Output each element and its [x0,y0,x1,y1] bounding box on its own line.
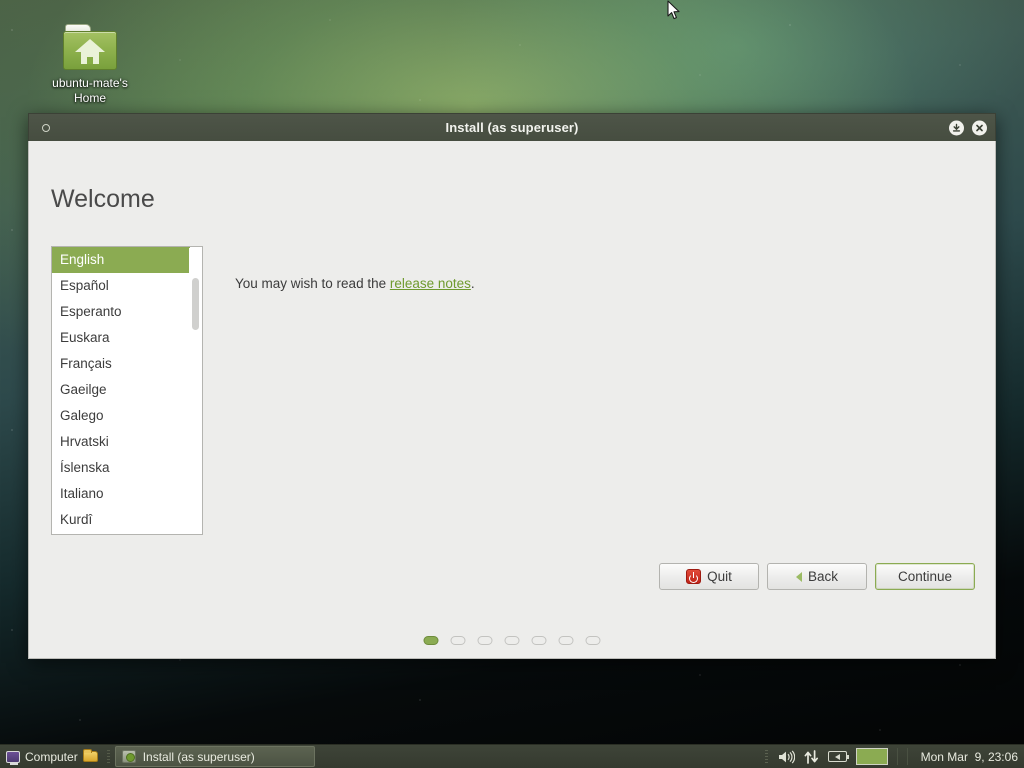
battery-icon[interactable] [827,751,849,762]
desktop-icon-home[interactable]: ubuntu-mate's Home [40,24,140,106]
language-item[interactable]: Euskara [52,325,190,351]
back-button[interactable]: Back [767,563,867,590]
power-icon [686,569,702,584]
desktop[interactable]: ubuntu-mate's Home Install (as superuser… [0,0,1024,768]
close-glyph [976,124,983,131]
page-title: Welcome [51,185,155,213]
step-dot [450,636,466,645]
language-item[interactable]: Íslenska [52,455,190,481]
computer-menu-label: Computer [25,749,78,764]
language-list-scrollbar[interactable] [189,248,201,534]
chevron-left-icon [795,571,802,582]
continue-button[interactable]: Continue [875,563,975,590]
clock[interactable]: Mon Mar 9, 23:06 [917,750,1018,764]
computer-icon [6,750,20,765]
language-item[interactable]: Français [52,351,190,377]
step-dot [477,636,493,645]
desktop-icon-label: ubuntu-mate's Home [52,76,128,105]
computer-menu[interactable]: Computer [0,746,104,768]
installer-window[interactable]: Install (as superuser) Welcome EnglishE [28,113,996,659]
language-item[interactable]: English [52,247,190,273]
language-item[interactable]: Galego [52,403,190,429]
tray-divider-1 [896,748,898,765]
back-button-label: Back [807,569,838,584]
close-icon[interactable] [972,120,987,135]
tray-divider-2 [906,748,908,765]
window-titlebar[interactable]: Install (as superuser) [28,113,996,141]
window-content: Welcome English Español Esperanto Euskara Fr… [28,141,996,659]
step-dot [585,636,601,645]
language-item[interactable]: Hrvatski [52,429,190,455]
folder-icon[interactable] [82,749,98,762]
language-item[interactable]: Esperanto [52,299,190,325]
volume-icon[interactable] [778,749,795,764]
system-tray: Mon Mar 9, 23:06 [764,745,1024,768]
release-notes-link[interactable]: release notes [390,276,471,291]
taskbar[interactable]: Computer Install (as superuser) Mon Mar … [0,744,1024,768]
quit-button-label: Quit [707,569,732,584]
language-list-items[interactable]: English Español Esperanto Euskara Français Ga… [52,247,190,533]
volume-glyph [778,749,795,764]
installer-disc-icon [121,750,136,763]
release-notes-prefix: You may wish to read the [235,276,390,291]
language-item[interactable]: Español [52,273,190,299]
language-item[interactable]: Gaeilge [52,377,190,403]
step-dot [504,636,520,645]
minimize-icon[interactable] [949,120,964,135]
workspace-switcher[interactable] [855,748,888,765]
scrollbar-thumb[interactable] [192,278,199,330]
step-indicator [423,636,601,645]
window-menu-icon[interactable] [39,121,53,135]
button-row: Quit Back Continue [659,563,975,590]
taskbar-separator [106,749,110,764]
network-updown-icon[interactable] [804,749,819,764]
window-title: Install (as superuser) [445,120,579,135]
quit-button[interactable]: Quit [659,563,759,590]
tray-grip[interactable] [764,750,768,763]
battery-bolt-glyph [834,753,840,760]
step-dot [558,636,574,645]
taskbar-window-button[interactable]: Install (as superuser) [114,746,315,767]
release-notes-text: You may wish to read the release notes. [235,276,475,291]
language-list[interactable]: English Español Esperanto Euskara Français Ga… [51,246,203,535]
step-dot [531,636,547,645]
release-notes-suffix: . [470,276,475,291]
language-item[interactable]: Italiano [52,481,190,507]
network-glyph [804,749,818,764]
step-dot [423,636,439,645]
minimize-glyph [952,123,961,132]
home-folder-icon [63,24,117,70]
taskbar-window-label: Install (as superuser) [142,749,255,764]
continue-button-label: Continue [897,569,953,584]
language-item[interactable]: Kurdî [52,507,190,533]
mouse-cursor [667,0,680,20]
